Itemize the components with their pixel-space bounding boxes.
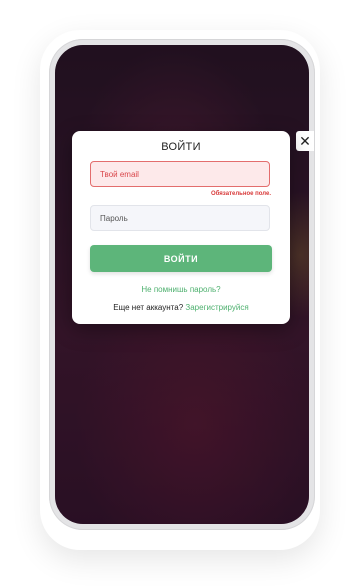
login-button[interactable]: ВОЙТИ [90,245,272,272]
modal-title: ВОЙТИ [161,141,201,153]
close-button[interactable]: ✕ [296,131,314,151]
email-field[interactable] [90,161,270,187]
email-error-message: Обязательное поле. [211,191,271,197]
register-row: Еще нет аккаунта? Зарегистрируйся [72,303,290,312]
login-modal: ВОЙТИ Обязательное поле. ВОЙТИ Не помниш… [72,131,290,324]
register-prompt: Еще нет аккаунта? [113,303,184,312]
forgot-password-link[interactable]: Не помнишь пароль? [72,285,290,294]
close-icon: ✕ [299,133,311,149]
register-link[interactable]: Зарегистрируйся [185,303,248,312]
password-field[interactable] [90,205,270,231]
